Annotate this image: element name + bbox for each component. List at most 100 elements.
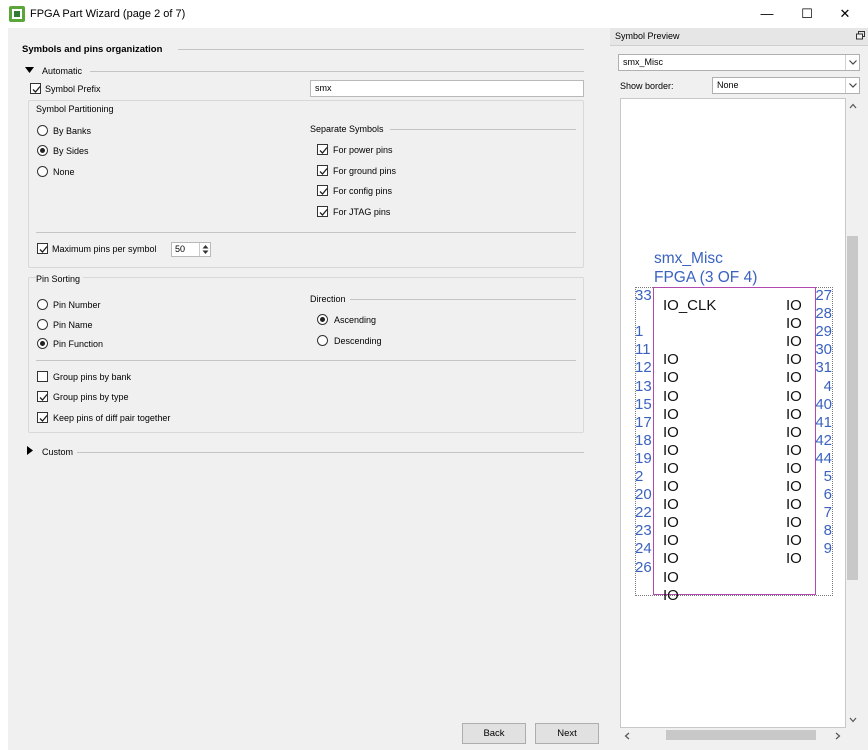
right-pin-number: 40 xyxy=(815,395,832,413)
scroll-left-icon[interactable] xyxy=(623,731,631,743)
check-icon xyxy=(319,147,328,154)
preview-scroll-thumb[interactable] xyxy=(847,236,858,580)
partition-divider xyxy=(36,232,576,233)
right-pin-name: IO xyxy=(786,297,802,314)
left-pin-number: 2 xyxy=(635,468,644,485)
right-pin-name: IO xyxy=(786,532,802,550)
right-pin-number: 8 xyxy=(823,522,832,540)
right-pin-number: 5 xyxy=(823,468,832,485)
left-pin-name: IO xyxy=(663,514,679,532)
right-pin-name: IO xyxy=(786,550,802,568)
power-pins-checkbox[interactable] xyxy=(317,144,328,155)
ground-pins-checkbox[interactable] xyxy=(317,165,328,176)
symbol-partitioning-caption: Symbol Partitioning xyxy=(36,104,117,114)
right-pin-number: 4 xyxy=(823,377,832,395)
right-pin-number: 28 xyxy=(815,305,832,323)
custom-label[interactable]: Custom xyxy=(42,447,73,457)
symbol-select[interactable]: smx_Misc xyxy=(618,54,860,71)
right-pin-number: 41 xyxy=(815,413,832,431)
left-pin-number: 26 xyxy=(635,558,652,576)
preview-hscroll-thumb[interactable] xyxy=(666,730,816,740)
ground-pins-label: For ground pins xyxy=(333,166,397,176)
jtag-pins-checkbox[interactable] xyxy=(317,206,328,217)
border-select-value: None xyxy=(717,80,739,90)
radio-descending[interactable] xyxy=(317,335,328,346)
section-title: Symbols and pins organization xyxy=(22,44,163,55)
chevron-down-icon xyxy=(845,55,859,70)
config-pins-checkbox[interactable] xyxy=(317,185,328,196)
check-icon xyxy=(39,246,48,253)
group-by-type-label: Group pins by type xyxy=(53,392,129,402)
right-pin-name: IO xyxy=(786,333,802,351)
radio-pin-function[interactable] xyxy=(37,338,48,349)
check-icon xyxy=(39,415,48,422)
right-pin-name: IO xyxy=(786,459,802,477)
chevron-down-icon xyxy=(845,78,859,93)
direction-title: Direction xyxy=(310,294,346,304)
right-pin-name: IO xyxy=(786,514,802,532)
window-title: FPGA Part Wizard (page 2 of 7) xyxy=(30,8,186,20)
automatic-expand-icon[interactable] xyxy=(25,66,34,76)
automatic-label[interactable]: Automatic xyxy=(42,66,82,76)
left-pin-number: 13 xyxy=(635,377,652,395)
right-pin-number: 6 xyxy=(823,486,832,504)
border-select[interactable]: None xyxy=(712,77,860,94)
right-pin-name: IO xyxy=(786,387,802,405)
show-border-label: Show border: xyxy=(620,81,674,91)
left-pin-number: 11 xyxy=(635,341,651,359)
next-button[interactable]: Next xyxy=(535,723,599,744)
right-pin-number: 44 xyxy=(815,449,832,467)
left-pin-number: 15 xyxy=(635,395,652,413)
scroll-down-icon[interactable] xyxy=(848,716,858,726)
app-icon xyxy=(9,6,25,22)
left-pin-name: IO xyxy=(663,550,679,568)
scroll-up-icon[interactable] xyxy=(848,102,858,112)
scroll-right-icon[interactable] xyxy=(834,731,842,743)
symbol-partitioning-group xyxy=(28,100,584,268)
left-pin-name: IO xyxy=(663,405,679,423)
radio-pin-name[interactable] xyxy=(37,319,48,330)
right-pin-name: IO xyxy=(786,423,802,441)
pin-name-label: Pin Name xyxy=(53,320,93,330)
max-pins-value: 50 xyxy=(175,244,186,254)
left-pin-name: IO xyxy=(663,369,679,387)
left-pin-name: IO xyxy=(663,351,679,369)
max-pins-label: Maximum pins per symbol xyxy=(52,244,157,254)
undock-icon[interactable] xyxy=(856,31,865,42)
separate-symbols-divider xyxy=(390,129,576,130)
check-icon xyxy=(32,86,41,93)
radio-by-sides[interactable] xyxy=(37,145,48,156)
radio-by-banks[interactable] xyxy=(37,125,48,136)
close-button[interactable]: ✕ xyxy=(822,0,868,28)
group-by-type-checkbox[interactable] xyxy=(37,391,48,402)
power-pins-label: For power pins xyxy=(333,145,393,155)
left-pin-name: IO_CLK xyxy=(663,297,717,314)
separate-symbols-title: Separate Symbols xyxy=(310,124,384,134)
section-divider xyxy=(178,49,584,50)
radio-pin-number[interactable] xyxy=(37,299,48,310)
symbol-prefix-input[interactable]: smx xyxy=(310,80,584,97)
right-pin-number: 27 xyxy=(815,287,832,304)
radio-none[interactable] xyxy=(37,166,48,177)
direction-divider xyxy=(350,299,576,300)
left-pin-name: IO xyxy=(663,387,679,405)
by-banks-label: By Banks xyxy=(53,126,92,136)
symbol-prefix-checkbox[interactable] xyxy=(30,83,41,94)
radio-ascending[interactable] xyxy=(317,314,328,325)
none-label: None xyxy=(53,167,75,177)
check-icon xyxy=(39,394,48,401)
right-pin-name: IO xyxy=(786,369,802,387)
group-by-bank-checkbox[interactable] xyxy=(37,371,48,382)
custom-expand-icon[interactable] xyxy=(26,446,34,457)
max-pins-checkbox[interactable] xyxy=(37,243,48,254)
left-pin-number: 20 xyxy=(635,486,652,504)
left-pin-number: 18 xyxy=(635,431,652,449)
keep-diff-pair-checkbox[interactable] xyxy=(37,412,48,423)
back-button[interactable]: Back xyxy=(462,723,526,744)
spin-arrows-icon[interactable] xyxy=(199,243,210,256)
by-sides-label: By Sides xyxy=(53,146,89,156)
left-pin-number: 1 xyxy=(635,323,644,341)
pin-function-label: Pin Function xyxy=(53,339,104,349)
right-pin-name: IO xyxy=(786,478,802,495)
left-pin-name: IO xyxy=(663,532,679,550)
